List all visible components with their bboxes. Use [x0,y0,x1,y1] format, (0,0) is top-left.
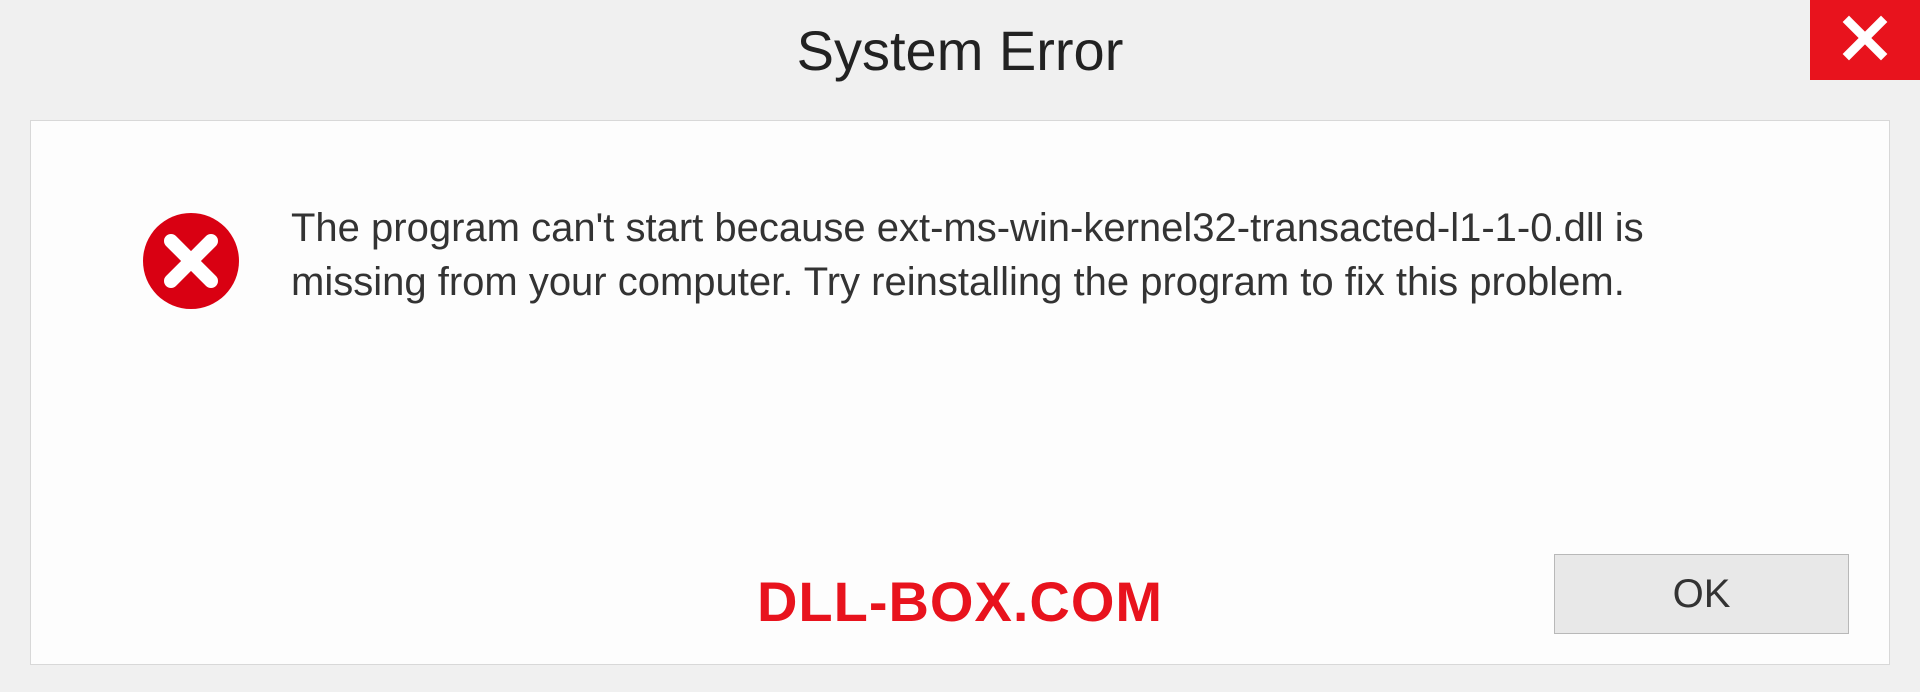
error-message: The program can't start because ext-ms-w… [291,201,1771,309]
content-panel: The program can't start because ext-ms-w… [30,120,1890,665]
titlebar: System Error [0,0,1920,100]
ok-button[interactable]: OK [1554,554,1849,634]
close-icon [1841,14,1889,67]
error-icon [141,211,241,311]
close-button[interactable] [1810,0,1920,80]
watermark-text: DLL-BOX.COM [757,569,1163,634]
ok-button-label: OK [1673,572,1731,617]
window-title: System Error [797,18,1124,83]
message-row: The program can't start because ext-ms-w… [31,121,1889,311]
